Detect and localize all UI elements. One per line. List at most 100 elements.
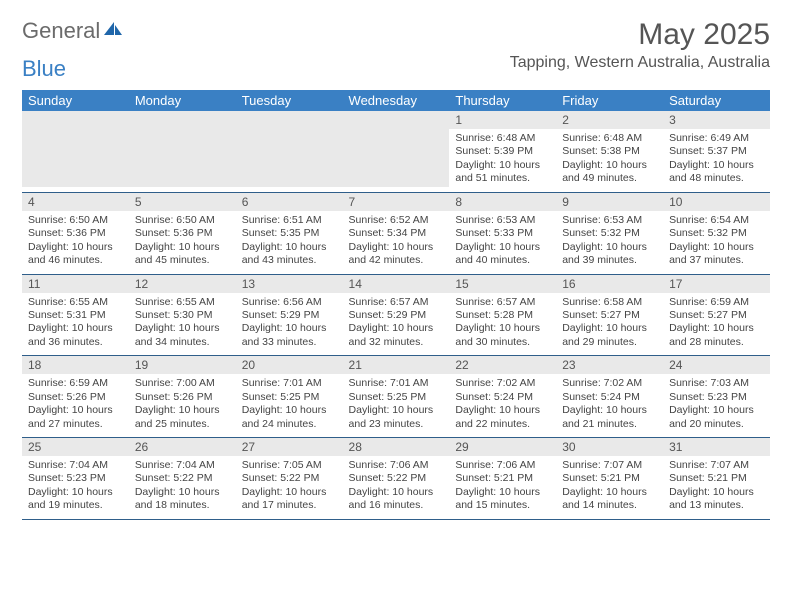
sunrise-text: Sunrise: 7:07 AM — [562, 459, 657, 472]
daylight-text: Daylight: 10 hours and 48 minutes. — [669, 159, 764, 186]
calendar-day-cell: 15Sunrise: 6:57 AMSunset: 5:28 PMDayligh… — [449, 274, 556, 356]
sunset-text: Sunset: 5:21 PM — [455, 472, 550, 485]
sunrise-text: Sunrise: 7:04 AM — [135, 459, 230, 472]
day-body: Sunrise: 7:06 AMSunset: 5:21 PMDaylight:… — [449, 456, 556, 519]
day-number: 5 — [129, 193, 236, 211]
daylight-text: Daylight: 10 hours and 34 minutes. — [135, 322, 230, 349]
sunrise-text: Sunrise: 6:53 AM — [562, 214, 657, 227]
sunset-text: Sunset: 5:37 PM — [669, 145, 764, 158]
calendar-day-cell: 18Sunrise: 6:59 AMSunset: 5:26 PMDayligh… — [22, 356, 129, 438]
calendar-day-cell: 1Sunrise: 6:48 AMSunset: 5:39 PMDaylight… — [449, 111, 556, 192]
daylight-text: Daylight: 10 hours and 19 minutes. — [28, 486, 123, 513]
sunset-text: Sunset: 5:23 PM — [28, 472, 123, 485]
sunset-text: Sunset: 5:26 PM — [135, 391, 230, 404]
calendar-day-cell: 13Sunrise: 6:56 AMSunset: 5:29 PMDayligh… — [236, 274, 343, 356]
calendar-day-cell: 16Sunrise: 6:58 AMSunset: 5:27 PMDayligh… — [556, 274, 663, 356]
daylight-text: Daylight: 10 hours and 29 minutes. — [562, 322, 657, 349]
day-body — [236, 129, 343, 187]
sunrise-text: Sunrise: 6:53 AM — [455, 214, 550, 227]
daylight-text: Daylight: 10 hours and 16 minutes. — [349, 486, 444, 513]
sunset-text: Sunset: 5:39 PM — [455, 145, 550, 158]
daylight-text: Daylight: 10 hours and 15 minutes. — [455, 486, 550, 513]
calendar-day-cell — [129, 111, 236, 192]
day-body: Sunrise: 6:55 AMSunset: 5:31 PMDaylight:… — [22, 293, 129, 356]
day-number: 29 — [449, 438, 556, 456]
sunset-text: Sunset: 5:33 PM — [455, 227, 550, 240]
month-title: May 2025 — [510, 18, 770, 52]
logo-sail-icon — [100, 18, 126, 44]
day-body: Sunrise: 7:07 AMSunset: 5:21 PMDaylight:… — [556, 456, 663, 519]
daylight-text: Daylight: 10 hours and 30 minutes. — [455, 322, 550, 349]
day-number: 23 — [556, 356, 663, 374]
weekday-header: Saturday — [663, 90, 770, 111]
day-number: 22 — [449, 356, 556, 374]
calendar-day-cell: 27Sunrise: 7:05 AMSunset: 5:22 PMDayligh… — [236, 438, 343, 520]
sunrise-text: Sunrise: 7:07 AM — [669, 459, 764, 472]
sunrise-text: Sunrise: 6:49 AM — [669, 132, 764, 145]
sunrise-text: Sunrise: 7:06 AM — [349, 459, 444, 472]
sunrise-text: Sunrise: 7:05 AM — [242, 459, 337, 472]
calendar-day-cell: 12Sunrise: 6:55 AMSunset: 5:30 PMDayligh… — [129, 274, 236, 356]
day-body: Sunrise: 7:04 AMSunset: 5:22 PMDaylight:… — [129, 456, 236, 519]
sunset-text: Sunset: 5:24 PM — [562, 391, 657, 404]
day-number: 14 — [343, 275, 450, 293]
day-body: Sunrise: 7:00 AMSunset: 5:26 PMDaylight:… — [129, 374, 236, 437]
daylight-text: Daylight: 10 hours and 43 minutes. — [242, 241, 337, 268]
sunrise-text: Sunrise: 6:50 AM — [28, 214, 123, 227]
sunrise-text: Sunrise: 6:52 AM — [349, 214, 444, 227]
calendar-day-cell: 23Sunrise: 7:02 AMSunset: 5:24 PMDayligh… — [556, 356, 663, 438]
day-number: 21 — [343, 356, 450, 374]
day-number: 6 — [236, 193, 343, 211]
daylight-text: Daylight: 10 hours and 28 minutes. — [669, 322, 764, 349]
calendar-week-row: 18Sunrise: 6:59 AMSunset: 5:26 PMDayligh… — [22, 356, 770, 438]
daylight-text: Daylight: 10 hours and 25 minutes. — [135, 404, 230, 431]
calendar-day-cell: 4Sunrise: 6:50 AMSunset: 5:36 PMDaylight… — [22, 192, 129, 274]
title-block: May 2025 Tapping, Western Australia, Aus… — [510, 18, 770, 72]
day-number — [236, 111, 343, 129]
weekday-header: Monday — [129, 90, 236, 111]
calendar-day-cell: 10Sunrise: 6:54 AMSunset: 5:32 PMDayligh… — [663, 192, 770, 274]
calendar-day-cell: 7Sunrise: 6:52 AMSunset: 5:34 PMDaylight… — [343, 192, 450, 274]
sunset-text: Sunset: 5:23 PM — [669, 391, 764, 404]
logo-text-general: General — [22, 18, 100, 44]
calendar-day-cell: 9Sunrise: 6:53 AMSunset: 5:32 PMDaylight… — [556, 192, 663, 274]
sunset-text: Sunset: 5:22 PM — [242, 472, 337, 485]
calendar-day-cell: 6Sunrise: 6:51 AMSunset: 5:35 PMDaylight… — [236, 192, 343, 274]
calendar-week-row: 11Sunrise: 6:55 AMSunset: 5:31 PMDayligh… — [22, 274, 770, 356]
daylight-text: Daylight: 10 hours and 13 minutes. — [669, 486, 764, 513]
sunset-text: Sunset: 5:25 PM — [242, 391, 337, 404]
day-number: 7 — [343, 193, 450, 211]
sunrise-text: Sunrise: 6:54 AM — [669, 214, 764, 227]
sunset-text: Sunset: 5:32 PM — [669, 227, 764, 240]
weekday-header: Wednesday — [343, 90, 450, 111]
day-number: 12 — [129, 275, 236, 293]
calendar-day-cell: 19Sunrise: 7:00 AMSunset: 5:26 PMDayligh… — [129, 356, 236, 438]
day-body: Sunrise: 6:49 AMSunset: 5:37 PMDaylight:… — [663, 129, 770, 192]
day-body: Sunrise: 6:56 AMSunset: 5:29 PMDaylight:… — [236, 293, 343, 356]
day-body: Sunrise: 6:58 AMSunset: 5:27 PMDaylight:… — [556, 293, 663, 356]
sunset-text: Sunset: 5:29 PM — [242, 309, 337, 322]
day-body: Sunrise: 7:01 AMSunset: 5:25 PMDaylight:… — [343, 374, 450, 437]
daylight-text: Daylight: 10 hours and 39 minutes. — [562, 241, 657, 268]
sunset-text: Sunset: 5:29 PM — [349, 309, 444, 322]
day-body: Sunrise: 6:52 AMSunset: 5:34 PMDaylight:… — [343, 211, 450, 274]
daylight-text: Daylight: 10 hours and 42 minutes. — [349, 241, 444, 268]
sunrise-text: Sunrise: 6:58 AM — [562, 296, 657, 309]
daylight-text: Daylight: 10 hours and 20 minutes. — [669, 404, 764, 431]
sunset-text: Sunset: 5:26 PM — [28, 391, 123, 404]
daylight-text: Daylight: 10 hours and 51 minutes. — [455, 159, 550, 186]
day-body — [343, 129, 450, 187]
daylight-text: Daylight: 10 hours and 37 minutes. — [669, 241, 764, 268]
sunrise-text: Sunrise: 6:59 AM — [28, 377, 123, 390]
sunset-text: Sunset: 5:35 PM — [242, 227, 337, 240]
daylight-text: Daylight: 10 hours and 27 minutes. — [28, 404, 123, 431]
day-body: Sunrise: 6:50 AMSunset: 5:36 PMDaylight:… — [129, 211, 236, 274]
calendar-day-cell: 26Sunrise: 7:04 AMSunset: 5:22 PMDayligh… — [129, 438, 236, 520]
sunrise-text: Sunrise: 6:59 AM — [669, 296, 764, 309]
daylight-text: Daylight: 10 hours and 22 minutes. — [455, 404, 550, 431]
day-number: 15 — [449, 275, 556, 293]
day-number: 24 — [663, 356, 770, 374]
sunset-text: Sunset: 5:25 PM — [349, 391, 444, 404]
day-body: Sunrise: 6:51 AMSunset: 5:35 PMDaylight:… — [236, 211, 343, 274]
day-number: 31 — [663, 438, 770, 456]
